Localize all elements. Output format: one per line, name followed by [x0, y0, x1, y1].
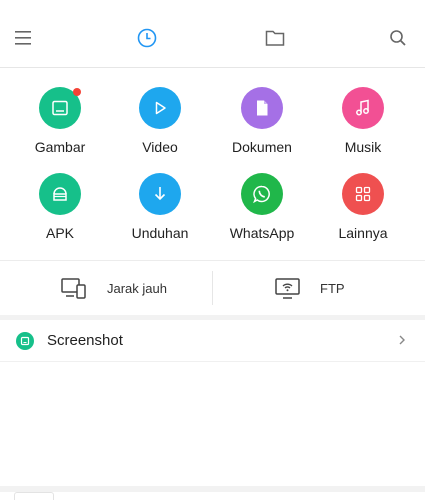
category-label: Gambar — [34, 139, 86, 155]
category-whatsapp[interactable]: WhatsApp — [212, 173, 312, 241]
category-dokumen[interactable]: Dokumen — [212, 87, 312, 155]
category-apk[interactable]: APK — [10, 173, 110, 241]
clock-icon[interactable] — [133, 24, 161, 52]
ftp-button[interactable]: FTP — [275, 261, 345, 316]
category-label: Lainnya — [338, 225, 388, 241]
whatsapp-icon — [241, 173, 283, 215]
category-label: WhatsApp — [229, 225, 295, 241]
notification-dot — [73, 88, 81, 96]
bottom-divider — [0, 486, 425, 492]
top-bar — [0, 0, 425, 68]
chevron-right-icon — [399, 335, 405, 345]
category-video[interactable]: Video — [110, 87, 210, 155]
remote-label: Jarak jauh — [107, 281, 167, 296]
category-label: Video — [142, 139, 178, 155]
play-icon — [139, 87, 181, 129]
android-icon — [39, 173, 81, 215]
screenshot-label: Screenshot — [47, 332, 123, 349]
download-icon — [139, 173, 181, 215]
search-icon[interactable] — [384, 24, 412, 52]
ftp-label: FTP — [320, 281, 345, 296]
ftp-icon — [275, 277, 300, 299]
category-musik[interactable]: Musik — [313, 87, 413, 155]
category-grid: Gambar Video Dokumen Musik APK Unduhan W… — [0, 68, 425, 260]
screenshot-icon — [16, 332, 34, 350]
music-icon — [342, 87, 384, 129]
remote-button[interactable]: Jarak jauh — [61, 261, 167, 316]
menu-icon[interactable] — [10, 24, 38, 52]
screenshot-row[interactable]: Screenshot — [0, 320, 425, 362]
category-label: Dokumen — [232, 139, 292, 155]
remote-access-row: Jarak jauh FTP — [0, 260, 425, 315]
category-label: APK — [45, 225, 74, 241]
folder-icon[interactable] — [261, 24, 289, 52]
grid-icon — [342, 173, 384, 215]
category-unduhan[interactable]: Unduhan — [110, 173, 210, 241]
category-gambar[interactable]: Gambar — [10, 87, 110, 155]
category-label: Unduhan — [131, 225, 189, 241]
next-section-card — [14, 492, 54, 500]
image-icon — [39, 87, 81, 129]
category-label: Musik — [344, 139, 382, 155]
remote-devices-icon — [61, 277, 86, 299]
document-icon — [241, 87, 283, 129]
remote-divider — [212, 271, 213, 305]
category-lainnya[interactable]: Lainnya — [313, 173, 413, 241]
